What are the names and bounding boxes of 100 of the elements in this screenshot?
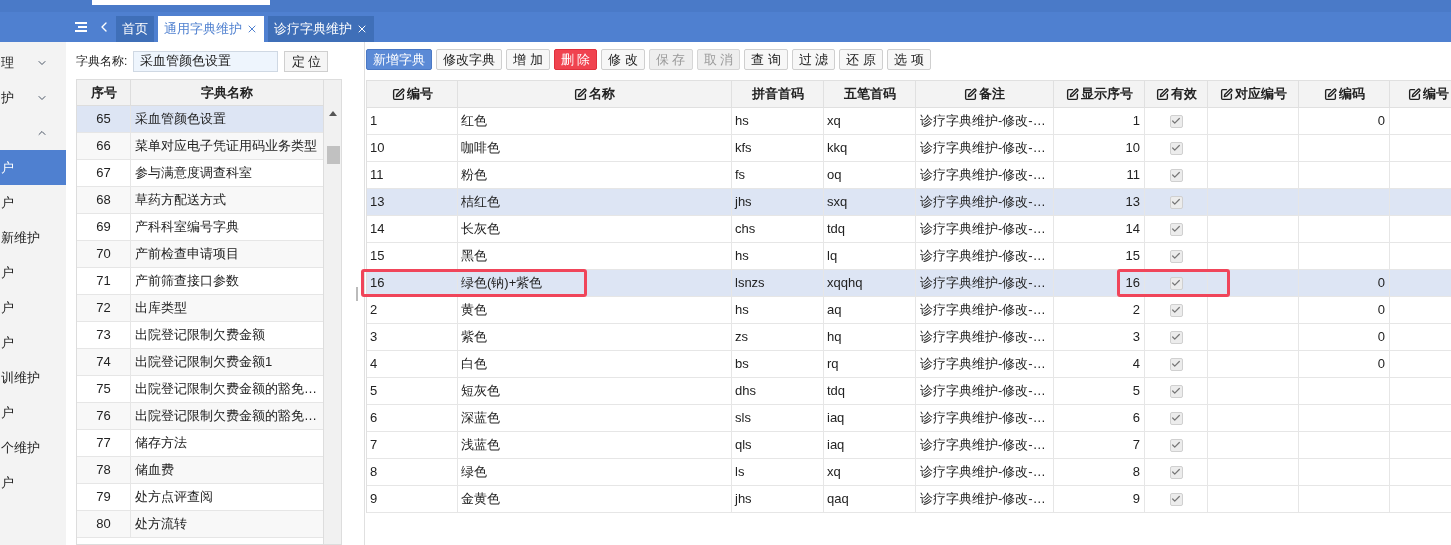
dict-row[interactable]: 79 处方点评查阅 (77, 484, 323, 511)
table-row[interactable]: 3 紫色 zs hq 诊疗字典维护-修改-… 3 0 (367, 324, 1451, 351)
dict-row[interactable]: 70 产前检查申请项目 (77, 241, 323, 268)
dict-row[interactable]: 65 采血管颜色设置 (77, 106, 323, 133)
column-header[interactable]: 五笔首码 (824, 81, 916, 107)
table-row[interactable]: 10 咖啡色 kfs kkq 诊疗字典维护-修改-… 10 (367, 135, 1451, 162)
column-header[interactable]: 拼音首码 (732, 81, 824, 107)
column-header[interactable]: 编码 (1299, 81, 1390, 107)
table-row[interactable]: 15 黑色 hs lq 诊疗字典维护-修改-… 15 (367, 243, 1451, 270)
sidebar-item[interactable]: 个维护 (0, 430, 66, 465)
checkbox[interactable] (1169, 249, 1183, 263)
check-icon (1171, 440, 1181, 450)
column-header[interactable]: 对应编号 (1208, 81, 1299, 107)
table-cell-text: 0 (1377, 301, 1385, 320)
tab[interactable]: 首页 (116, 16, 154, 42)
table-cell: 长灰色 (458, 216, 732, 242)
column-header[interactable]: 显示序号 (1054, 81, 1145, 107)
menu-icon[interactable] (75, 22, 87, 32)
splitter-handle[interactable] (356, 286, 358, 301)
dict-row[interactable]: 67 参与满意度调查科室 (77, 160, 323, 187)
table-row[interactable]: 11 粉色 fs oq 诊疗字典维护-修改-… 11 (367, 162, 1451, 189)
sidebar-item[interactable]: 新维护 (0, 220, 66, 255)
table-row[interactable]: 9 金黄色 jhs qaq 诊疗字典维护-修改-… 9 (367, 486, 1451, 513)
toolbar-button[interactable]: 还 原 (839, 49, 883, 70)
close-icon[interactable] (246, 23, 258, 35)
column-header[interactable]: 名称 (458, 81, 732, 107)
table-cell: 16 (367, 270, 458, 296)
checkbox[interactable] (1169, 276, 1183, 290)
dict-name-field[interactable]: 采血管颜色设置 (133, 50, 279, 72)
tab[interactable]: 通用字典维护 (158, 16, 264, 42)
sidebar-item[interactable]: 户 (0, 395, 66, 430)
column-header[interactable]: 有效 (1145, 81, 1208, 107)
dict-row[interactable]: 71 产前筛查接口参数 (77, 268, 323, 295)
toolbar-button[interactable]: 修改字典 (436, 49, 502, 70)
scroll-up-icon[interactable] (329, 111, 337, 116)
dict-row[interactable]: 73 出院登记限制欠费金额 (77, 322, 323, 349)
checkbox[interactable] (1169, 492, 1183, 506)
sidebar-item[interactable]: 理 (0, 45, 66, 80)
dict-row[interactable]: 80 处方流转 (77, 511, 323, 538)
table-row[interactable]: 7 浅蓝色 qls iaq 诊疗字典维护-修改-… 7 (367, 432, 1451, 459)
search-field[interactable] (92, 0, 270, 5)
checkbox[interactable] (1169, 465, 1183, 479)
table-cell: 绿色 (458, 459, 732, 485)
table-row[interactable]: 4 白色 bs rq 诊疗字典维护-修改-… 4 0 (367, 351, 1451, 378)
table-cell-text: 出库类型 (134, 299, 188, 318)
checkbox[interactable] (1169, 168, 1183, 182)
sidebar-item[interactable]: 户 (0, 290, 66, 325)
dict-row[interactable]: 74 出院登记限制欠费金额1 (77, 349, 323, 376)
column-header[interactable]: 编号 (367, 81, 458, 107)
table-row[interactable]: 1 红色 hs xq 诊疗字典维护-修改-… 1 0 (367, 108, 1451, 135)
table-row[interactable]: 14 长灰色 chs tdq 诊疗字典维护-修改-… 14 (367, 216, 1451, 243)
column-header[interactable]: 编号 (1390, 81, 1451, 107)
sidebar-item[interactable]: 户 (0, 325, 66, 360)
dict-row[interactable]: 69 产科科室编号字典 (77, 214, 323, 241)
checkbox[interactable] (1169, 411, 1183, 425)
sidebar-label: 户 (1, 298, 14, 317)
table-row[interactable]: 5 短灰色 dhs tdq 诊疗字典维护-修改-… 5 (367, 378, 1451, 405)
sidebar-item[interactable]: 户 (0, 465, 66, 500)
table-cell-text: 产前筛查接口参数 (134, 272, 240, 291)
checkbox[interactable] (1169, 384, 1183, 398)
dict-row[interactable]: 77 储存方法 (77, 430, 323, 457)
toolbar-button[interactable]: 删 除 (553, 49, 598, 70)
tab[interactable]: 诊疗字典维护 (268, 16, 374, 42)
checkbox[interactable] (1169, 438, 1183, 452)
scroll-thumb[interactable] (327, 146, 340, 164)
table-row[interactable]: 8 绿色 ls xq 诊疗字典维护-修改-… 8 (367, 459, 1451, 486)
toolbar-button[interactable]: 选 项 (887, 49, 931, 70)
dict-row[interactable]: 66 菜单对应电子凭证用码业务类型 (77, 133, 323, 160)
toolbar-button[interactable]: 过 滤 (791, 49, 836, 70)
sidebar-label: 户 (1, 158, 14, 177)
table-cell: 金黄色 (458, 486, 732, 512)
table-row[interactable]: 6 深蓝色 sls iaq 诊疗字典维护-修改-… 6 (367, 405, 1451, 432)
dict-row[interactable]: 75 出院登记限制欠费金额的豁免… (77, 376, 323, 403)
sidebar-item[interactable]: 户 (0, 255, 66, 290)
sidebar-item[interactable]: 户 (0, 185, 66, 220)
close-icon[interactable] (356, 23, 368, 35)
checkbox[interactable] (1169, 141, 1183, 155)
table-cell: 诊疗字典维护-修改-… (916, 459, 1054, 485)
sidebar-item[interactable]: 训维护 (0, 360, 66, 395)
table-row[interactable]: 2 黄色 hs aq 诊疗字典维护-修改-… 2 0 (367, 297, 1451, 324)
checkbox[interactable] (1169, 303, 1183, 317)
dict-row[interactable]: 78 储血费 (77, 457, 323, 484)
sidebar-item[interactable]: 护 (0, 80, 66, 115)
toolbar-button[interactable]: 增 加 (506, 49, 550, 70)
table-row[interactable]: 13 桔红色 jhs sxq 诊疗字典维护-修改-… 13 (367, 189, 1451, 216)
toolbar-button[interactable]: 查 询 (744, 49, 788, 70)
checkbox[interactable] (1169, 330, 1183, 344)
edit-icon (1408, 87, 1421, 101)
sidebar-item[interactable]: 户 (0, 150, 66, 185)
checkbox[interactable] (1169, 195, 1183, 209)
checkbox[interactable] (1169, 222, 1183, 236)
dict-row[interactable]: 68 草药方配送方式 (77, 187, 323, 214)
scrollbar[interactable] (323, 80, 341, 544)
dict-row[interactable]: 72 出库类型 (77, 295, 323, 322)
locate-button[interactable]: 定 位 (284, 50, 329, 72)
toolbar-button[interactable]: 修 改 (601, 49, 645, 70)
column-header[interactable]: 备注 (916, 81, 1054, 107)
checkbox[interactable] (1169, 357, 1183, 371)
dict-row[interactable]: 76 出院登记限制欠费金额的豁免… (77, 403, 323, 430)
checkbox[interactable] (1169, 114, 1183, 128)
